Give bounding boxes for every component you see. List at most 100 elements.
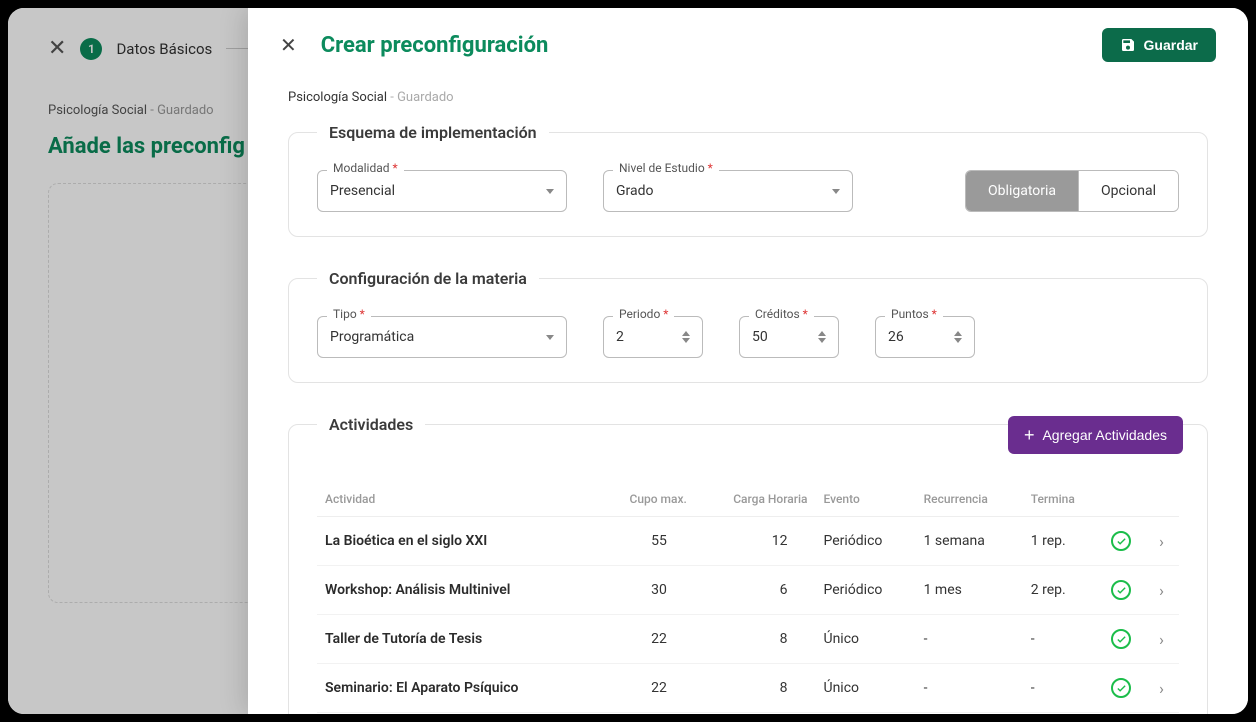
col-carga: Carga Horaria xyxy=(695,482,816,517)
activity-carga: 12 xyxy=(695,517,816,566)
activity-carga: 12 xyxy=(695,713,816,715)
activity-name: Workshop: Evaluación Neuro... xyxy=(317,713,597,715)
activity-recurrencia: - xyxy=(916,615,1023,664)
chevron-down-icon xyxy=(546,335,554,340)
tipo-select[interactable]: Programática xyxy=(317,316,567,358)
add-activities-button[interactable]: + Agregar Actividades xyxy=(1008,416,1183,454)
modalidad-select[interactable]: Presencial xyxy=(317,170,567,212)
activity-termina: Nunca xyxy=(1023,713,1103,715)
step-down-icon[interactable] xyxy=(682,338,690,343)
step-up-icon[interactable] xyxy=(954,331,962,336)
chevron-down-icon xyxy=(546,189,554,194)
actividades-legend: Actividades xyxy=(317,415,425,434)
activity-recurrencia: - xyxy=(916,664,1023,713)
activity-cupo: 30 xyxy=(597,566,695,615)
toggle-opcional[interactable]: Opcional xyxy=(1079,171,1178,211)
tipo-label: Tipo * xyxy=(327,307,371,321)
activity-evento: Único xyxy=(815,664,915,713)
table-row[interactable]: Workshop: Evaluación Neuro...5512Periódi… xyxy=(317,713,1179,715)
activity-evento: Periódico xyxy=(815,566,915,615)
puntos-input[interactable]: 26 xyxy=(875,316,975,358)
step-up-icon[interactable] xyxy=(682,331,690,336)
activity-recurrencia: 1 mes xyxy=(916,566,1023,615)
activity-evento: Periódico xyxy=(815,713,915,715)
config-fieldset: Configuración de la materia Tipo * Progr… xyxy=(288,269,1208,383)
status-cell xyxy=(1103,664,1151,713)
activity-cupo: 55 xyxy=(597,517,695,566)
table-row[interactable]: Taller de Tutoría de Tesis228Único--› xyxy=(317,615,1179,664)
breadcrumb-status: - Guardado xyxy=(390,90,453,105)
status-cell xyxy=(1103,713,1151,715)
close-icon[interactable]: ✕ xyxy=(280,33,297,57)
puntos-value: 26 xyxy=(888,329,904,345)
col-recurrencia: Recurrencia xyxy=(916,482,1023,517)
check-circle-icon xyxy=(1111,531,1131,551)
modalidad-value: Presencial xyxy=(330,183,395,199)
table-row[interactable]: La Bioética en el siglo XXI5512Periódico… xyxy=(317,517,1179,566)
activity-recurrencia: 1 semana xyxy=(916,517,1023,566)
activity-carga: 8 xyxy=(695,615,816,664)
save-button-label: Guardar xyxy=(1144,37,1198,53)
activity-termina: 1 rep. xyxy=(1023,517,1103,566)
col-cupo: Cupo max. xyxy=(597,482,695,517)
activity-carga: 8 xyxy=(695,664,816,713)
activity-evento: Periódico xyxy=(815,517,915,566)
status-cell xyxy=(1103,615,1151,664)
step-up-icon[interactable] xyxy=(818,331,826,336)
puntos-label: Puntos * xyxy=(885,307,943,321)
activity-termina: - xyxy=(1023,664,1103,713)
periodo-input[interactable]: 2 xyxy=(603,316,703,358)
check-circle-icon xyxy=(1111,629,1131,649)
check-circle-icon xyxy=(1111,678,1131,698)
nivel-value: Grado xyxy=(616,183,654,199)
nivel-select[interactable]: Grado xyxy=(603,170,853,212)
table-row[interactable]: Seminario: El Aparato Psíquico228Único--… xyxy=(317,664,1179,713)
activity-carga: 6 xyxy=(695,566,816,615)
activity-cupo: 22 xyxy=(597,615,695,664)
creditos-value: 50 xyxy=(752,329,768,345)
chevron-right-icon[interactable]: › xyxy=(1159,532,1164,551)
chevron-right-icon[interactable]: › xyxy=(1159,581,1164,600)
periodo-label: Periodo * xyxy=(613,307,674,321)
actividades-fieldset: Actividades + Agregar Actividades Activi… xyxy=(288,415,1208,714)
table-row[interactable]: Workshop: Análisis Multinivel306Periódic… xyxy=(317,566,1179,615)
step-down-icon[interactable] xyxy=(954,338,962,343)
activity-name: Taller de Tutoría de Tesis xyxy=(317,615,597,664)
activity-name: Seminario: El Aparato Psíquico xyxy=(317,664,597,713)
activity-cupo: 55 xyxy=(597,713,695,715)
chevron-right-icon[interactable]: › xyxy=(1159,679,1164,698)
activity-name: La Bioética en el siglo XXI xyxy=(317,517,597,566)
creditos-input[interactable]: 50 xyxy=(739,316,839,358)
save-button[interactable]: Guardar xyxy=(1102,28,1216,62)
activities-table: Actividad Cupo max. Carga Horaria Evento… xyxy=(317,482,1179,714)
activity-termina: 2 rep. xyxy=(1023,566,1103,615)
activity-cupo: 22 xyxy=(597,664,695,713)
toggle-obligatoria[interactable]: Obligatoria xyxy=(966,171,1079,211)
save-icon xyxy=(1120,37,1136,53)
chevron-right-icon[interactable]: › xyxy=(1159,630,1164,649)
activity-termina: - xyxy=(1023,615,1103,664)
chevron-down-icon xyxy=(832,189,840,194)
tipo-value: Programática xyxy=(330,329,414,345)
col-termina: Termina xyxy=(1023,482,1103,517)
nivel-label: Nivel de Estudio * xyxy=(613,161,719,175)
status-cell xyxy=(1103,566,1151,615)
check-circle-icon xyxy=(1111,580,1131,600)
col-evento: Evento xyxy=(815,482,915,517)
activity-recurrencia: 3 meses xyxy=(916,713,1023,715)
esquema-legend: Esquema de implementación xyxy=(317,123,549,142)
drawer-title: Crear preconfiguración xyxy=(321,33,1102,58)
obligatoria-toggle: Obligatoria Opcional xyxy=(965,170,1179,212)
drawer: ✕ Crear preconfiguración Guardar Psicolo… xyxy=(248,8,1248,714)
drawer-breadcrumb: Psicología Social - Guardado xyxy=(288,90,1208,105)
breadcrumb-subject: Psicología Social xyxy=(288,90,387,105)
esquema-fieldset: Esquema de implementación Modalidad * Pr… xyxy=(288,123,1208,237)
config-legend: Configuración de la materia xyxy=(317,269,539,288)
creditos-label: Créditos * xyxy=(749,307,814,321)
step-down-icon[interactable] xyxy=(818,338,826,343)
modalidad-label: Modalidad * xyxy=(327,161,404,175)
activity-name: Workshop: Análisis Multinivel xyxy=(317,566,597,615)
col-actividad: Actividad xyxy=(317,482,597,517)
status-cell xyxy=(1103,517,1151,566)
plus-icon: + xyxy=(1024,426,1035,444)
